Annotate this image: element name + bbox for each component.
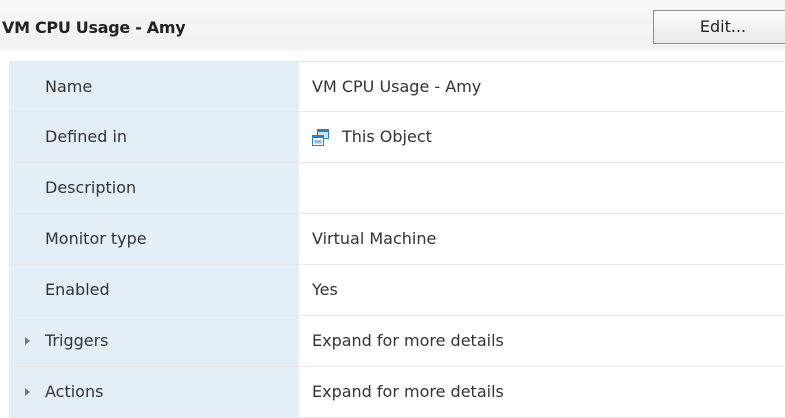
property-value-description: [299, 163, 785, 213]
property-value-name: VM CPU Usage - Amy: [299, 62, 785, 111]
property-row-name: Name VM CPU Usage - Amy: [9, 61, 785, 112]
name-label: Name: [45, 77, 93, 96]
expand-triangle-icon[interactable]: [25, 388, 30, 396]
property-row-enabled: Enabled Yes: [9, 265, 785, 316]
property-row-description: Description: [9, 163, 785, 214]
enabled-value: Yes: [312, 280, 338, 299]
virtual-machine-object-icon: [312, 128, 329, 146]
triggers-value: Expand for more details: [312, 331, 504, 350]
monitor-type-label: Monitor type: [45, 229, 147, 248]
alarm-definition-panel: VM CPU Usage - Amy Edit... Name VM CPU U…: [0, 0, 785, 418]
edit-button[interactable]: Edit...: [653, 10, 785, 44]
property-table: Name VM CPU Usage - Amy Defined in This …: [9, 61, 785, 418]
expand-triangle-icon[interactable]: [25, 337, 30, 345]
property-label-description: Description: [9, 163, 299, 213]
actions-label: Actions: [45, 382, 104, 401]
property-row-actions[interactable]: Actions Expand for more details: [9, 367, 785, 418]
monitor-type-value: Virtual Machine: [312, 229, 437, 248]
property-value-defined-in: This Object: [299, 112, 785, 162]
property-label-actions[interactable]: Actions: [9, 367, 299, 417]
property-value-actions: Expand for more details: [299, 367, 785, 417]
property-value-monitor-type: Virtual Machine: [299, 214, 785, 264]
enabled-label: Enabled: [45, 280, 110, 299]
panel-header: VM CPU Usage - Amy Edit...: [0, 0, 785, 50]
defined-in-value[interactable]: This Object: [342, 112, 432, 162]
property-row-triggers[interactable]: Triggers Expand for more details: [9, 316, 785, 367]
property-label-monitor-type: Monitor type: [9, 214, 299, 264]
property-label-enabled: Enabled: [9, 265, 299, 315]
property-label-triggers[interactable]: Triggers: [9, 316, 299, 366]
triggers-label: Triggers: [45, 331, 109, 350]
property-label-name: Name: [9, 62, 299, 111]
property-value-triggers: Expand for more details: [299, 316, 785, 366]
actions-value: Expand for more details: [312, 382, 504, 401]
property-value-enabled: Yes: [299, 265, 785, 315]
name-value: VM CPU Usage - Amy: [312, 76, 482, 96]
property-label-defined-in: Defined in: [9, 112, 299, 162]
defined-in-label: Defined in: [45, 127, 128, 146]
property-row-defined-in: Defined in This Object: [9, 112, 785, 163]
alarm-title: VM CPU Usage - Amy: [2, 18, 186, 37]
description-label: Description: [45, 178, 137, 197]
property-row-monitor-type: Monitor type Virtual Machine: [9, 214, 785, 265]
